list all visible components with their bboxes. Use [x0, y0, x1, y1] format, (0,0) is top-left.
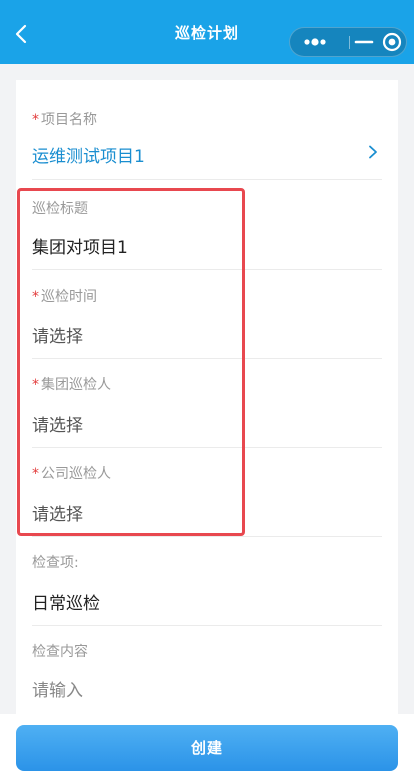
more-dots-icon[interactable]: [299, 28, 333, 56]
highlight-box: [17, 188, 245, 536]
field-check-item[interactable]: 检查项: 日常巡检: [32, 537, 382, 626]
mini-program-capsule: [289, 27, 407, 57]
check-content-input[interactable]: 请输入: [32, 676, 83, 701]
field-check-content[interactable]: 检查内容 请输入: [32, 626, 382, 715]
required-mark: *: [32, 112, 39, 128]
check-item-value[interactable]: 日常巡检: [32, 589, 100, 614]
field-project-name[interactable]: * 项目名称 运维测试项目1: [32, 104, 382, 180]
field-label: 检查内容: [32, 644, 88, 660]
field-label: * 项目名称: [32, 112, 97, 128]
chevron-right-icon[interactable]: [366, 145, 380, 159]
project-name-value[interactable]: 运维测试项目1: [32, 142, 145, 167]
field-label: 检查项:: [32, 555, 79, 571]
minimize-icon[interactable]: [350, 28, 378, 56]
close-circle-icon[interactable]: [378, 28, 406, 56]
create-button[interactable]: 创建: [16, 725, 398, 771]
nav-bar: 巡检计划: [0, 0, 414, 64]
